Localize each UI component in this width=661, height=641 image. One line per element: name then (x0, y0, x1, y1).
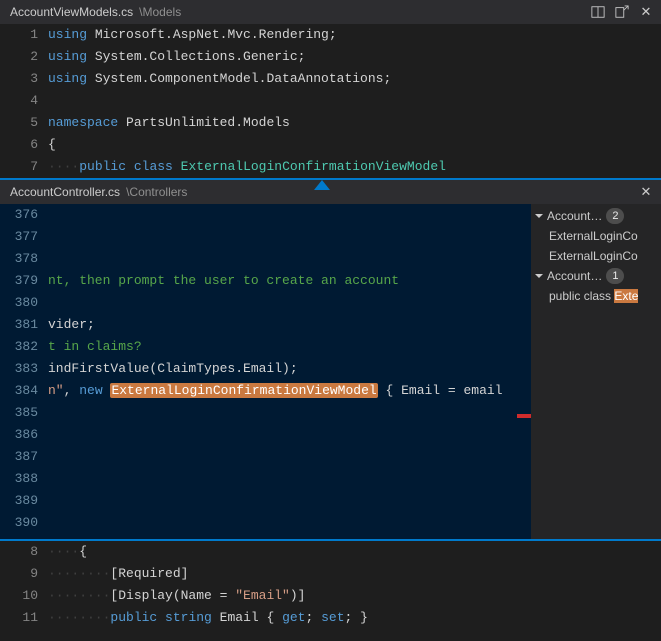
tab-filename: AccountViewModels.cs (10, 5, 133, 19)
code-line[interactable] (48, 490, 531, 512)
peek-result-item[interactable]: ExternalLoginCo (531, 246, 661, 266)
line-number: 9 (0, 563, 38, 585)
count-badge: 2 (606, 208, 624, 224)
line-number: 384 (0, 380, 38, 402)
code-line[interactable]: ····public class ExternalLoginConfirmati… (48, 156, 661, 178)
line-number: 388 (0, 468, 38, 490)
code-line[interactable] (48, 90, 661, 112)
peek-result-item[interactable]: ExternalLoginCo (531, 226, 661, 246)
line-number: 381 (0, 314, 38, 336)
peek-group-header[interactable]: Account… 2 (531, 206, 661, 226)
peek-filename: AccountController.cs (10, 185, 120, 199)
line-number: 385 (0, 402, 38, 424)
peek-result-item[interactable]: public class Exte (531, 286, 661, 306)
line-number: 2 (0, 46, 38, 68)
line-number: 7 (0, 156, 38, 178)
code-line[interactable]: { (48, 134, 661, 156)
close-icon[interactable]: ✕ (637, 3, 655, 21)
line-number: 389 (0, 490, 38, 512)
code-line[interactable]: n", new ExternalLoginConfirmationViewMod… (48, 380, 531, 402)
top-pane: AccountViewModels.cs \Models ✕ 1234567 u… (0, 0, 661, 178)
line-number: 10 (0, 585, 38, 607)
close-icon[interactable]: ✕ (637, 183, 655, 201)
line-number: 383 (0, 358, 38, 380)
code-line[interactable]: ····{ (48, 541, 661, 563)
bottom-editor[interactable]: 891011 ····{········[Required]········[D… (0, 541, 661, 629)
line-number: 8 (0, 541, 38, 563)
code-line[interactable] (48, 248, 531, 270)
peek-pane: AccountController.cs \Controllers ✕ 3763… (0, 178, 661, 541)
code-line[interactable] (48, 534, 531, 539)
top-tab-bar: AccountViewModels.cs \Models ✕ (0, 0, 661, 24)
count-badge: 1 (606, 268, 624, 284)
code-line[interactable]: namespace PartsUnlimited.Models (48, 112, 661, 134)
code-line[interactable] (48, 226, 531, 248)
code-line[interactable]: t in claims? (48, 336, 531, 358)
line-number: 4 (0, 90, 38, 112)
promote-to-document-icon[interactable] (613, 3, 631, 21)
code-line[interactable] (48, 512, 531, 534)
line-number: 6 (0, 134, 38, 156)
line-number: 377 (0, 226, 38, 248)
chevron-down-icon (535, 214, 543, 218)
code-line[interactable]: indFirstValue(ClaimTypes.Email); (48, 358, 531, 380)
code-line[interactable] (48, 292, 531, 314)
code-line[interactable] (48, 468, 531, 490)
code-line[interactable] (48, 446, 531, 468)
chevron-down-icon (535, 274, 543, 278)
bottom-pane: 891011 ····{········[Required]········[D… (0, 541, 661, 629)
code-line[interactable]: using System.Collections.Generic; (48, 46, 661, 68)
peek-group-title: Account… (547, 209, 602, 223)
peek-results-list: Account… 2 ExternalLoginCoExternalLoginC… (531, 204, 661, 539)
document-tab[interactable]: AccountViewModels.cs \Models (10, 5, 181, 19)
line-number: 380 (0, 292, 38, 314)
line-number: 382 (0, 336, 38, 358)
peek-tab[interactable]: AccountController.cs \Controllers (10, 185, 187, 199)
line-number: 378 (0, 248, 38, 270)
peek-arrow-icon (314, 180, 330, 190)
line-number: 1 (0, 24, 38, 46)
peek-path: \Controllers (126, 185, 187, 199)
code-line[interactable]: vider; (48, 314, 531, 336)
peek-tab-bar: AccountController.cs \Controllers ✕ (0, 180, 661, 204)
line-number: 391 (0, 534, 38, 539)
peek-editor[interactable]: 3763773783793803813823833843853863873883… (0, 204, 531, 539)
code-line[interactable]: nt, then prompt the user to create an ac… (48, 270, 531, 292)
line-number: 11 (0, 607, 38, 629)
split-window-icon[interactable] (589, 3, 607, 21)
line-number: 379 (0, 270, 38, 292)
code-line[interactable]: using System.ComponentModel.DataAnnotati… (48, 68, 661, 90)
code-line[interactable]: ········[Required] (48, 563, 661, 585)
peek-group-header[interactable]: Account… 1 (531, 266, 661, 286)
line-number: 390 (0, 512, 38, 534)
code-line[interactable] (48, 204, 531, 226)
scrollbar-error-marker[interactable] (517, 414, 531, 418)
line-number: 386 (0, 424, 38, 446)
line-number: 5 (0, 112, 38, 134)
code-line[interactable]: ········public string Email { get; set; … (48, 607, 661, 629)
peek-group-title: Account… (547, 269, 602, 283)
line-number: 3 (0, 68, 38, 90)
top-editor[interactable]: 1234567 using Microsoft.AspNet.Mvc.Rende… (0, 24, 661, 178)
code-line[interactable]: ········[Display(Name = "Email")] (48, 585, 661, 607)
line-number: 376 (0, 204, 38, 226)
code-line[interactable] (48, 424, 531, 446)
code-line[interactable] (48, 402, 531, 424)
code-line[interactable]: using Microsoft.AspNet.Mvc.Rendering; (48, 24, 661, 46)
tab-path: \Models (139, 5, 181, 19)
line-number: 387 (0, 446, 38, 468)
